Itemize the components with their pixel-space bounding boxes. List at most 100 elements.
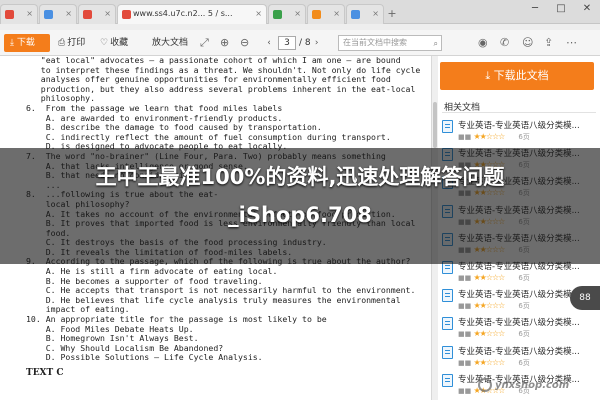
- related-doc-meta: ■■ ★★☆☆☆ 6页: [458, 301, 530, 311]
- print-button[interactable]: ⎙ 打印: [58, 35, 85, 51]
- window-controls: ─ □ ✕: [522, 0, 600, 18]
- fullscreen-icon[interactable]: ⤢: [200, 35, 209, 51]
- active-tab-url: www.ss4.u7c.n2... 5 / s...: [133, 9, 233, 18]
- doc-meta-prefix: ■■: [458, 330, 472, 339]
- rating-stars: ★★☆☆☆: [473, 132, 505, 141]
- rating-stars: ★★☆☆☆: [473, 329, 505, 339]
- tab-favicon-icon: [312, 10, 321, 19]
- watermark: ynxshop.com: [478, 376, 596, 396]
- browser-tab[interactable]: ×: [268, 4, 306, 24]
- related-doc-title[interactable]: 专业英语-专业英语八级分类模...: [458, 345, 594, 357]
- related-doc-item[interactable]: 专业英语-专业英语八级分类模... ■■ ★★☆☆☆ 6页: [442, 118, 596, 148]
- browser-tab[interactable]: ×: [0, 4, 38, 24]
- document-icon: [442, 373, 453, 387]
- zoom-doc-button[interactable]: 放大文档: [152, 35, 188, 51]
- overlay-banner: 王中王最准100%的资料,迅速处理解答问题_iShop6.708: [0, 148, 600, 264]
- tab-favicon-icon: [273, 10, 282, 19]
- rating-stars: ★★☆☆☆: [473, 301, 505, 311]
- tab-strip: × × × www.ss4.u7c.n2... 5 / s... × × × × +: [0, 4, 399, 24]
- rating-stars: ★★☆☆☆: [473, 273, 505, 282]
- browser-tab[interactable]: ×: [78, 4, 116, 24]
- download-icon: ⤓: [485, 69, 494, 82]
- qq-icon[interactable]: ☺: [522, 35, 533, 51]
- page-count: 6页: [518, 302, 530, 311]
- sidebar-download-label: 下载此文档: [493, 69, 549, 82]
- watermark-text: ynxshop.com: [495, 380, 570, 391]
- download-icon: ⤓: [10, 38, 14, 48]
- page-total: / 8: [299, 38, 311, 48]
- share-icon[interactable]: ⇪: [544, 35, 553, 51]
- page-count: 6页: [518, 358, 530, 367]
- download-label: 下载: [16, 38, 35, 48]
- rating-stars: ★★☆☆☆: [473, 357, 505, 367]
- scrollbar-thumb[interactable]: [433, 102, 437, 148]
- doc-search-input[interactable]: 在当前文档中搜索 ⌕: [338, 35, 442, 51]
- tab-close-icon[interactable]: ×: [333, 9, 340, 18]
- tab-close-icon[interactable]: ×: [255, 9, 262, 18]
- minimize-button[interactable]: ─: [522, 0, 548, 18]
- tab-favicon-icon: [5, 10, 14, 19]
- doc-meta-prefix: ■■: [458, 133, 472, 141]
- favorite-label: 收藏: [110, 38, 129, 48]
- zoom-in-icon[interactable]: ⊕: [220, 35, 229, 51]
- doc-meta-prefix: ■■: [458, 302, 472, 311]
- zoom-doc-label: 放大文档: [152, 38, 189, 48]
- related-doc-meta: ■■ ★★☆☆☆ 6页: [458, 273, 530, 283]
- tab-close-icon[interactable]: ×: [26, 9, 33, 18]
- overlay-title: 王中王最准100%的资料,迅速处理解答问题_iShop6.708: [95, 165, 505, 227]
- doc-meta-prefix: ■■: [458, 386, 472, 395]
- tab-favicon-icon: [83, 10, 92, 19]
- document-toolbar: ⤓ 下载 ⎙ 打印 ♡ 收藏 放大文档 ⤢ ⊕ ⊖ ‹ 3 / 8 › 在当前文档中…: [0, 30, 600, 56]
- browser-tab[interactable]: ×: [307, 4, 345, 24]
- related-doc-item[interactable]: 专业英语-专业英语八级分类模...■■ ★★☆☆☆ 6页: [442, 344, 596, 374]
- next-page-icon[interactable]: ›: [311, 38, 323, 48]
- floating-bubble[interactable]: 88: [570, 286, 600, 310]
- watermark-logo-icon: [478, 378, 492, 392]
- new-tab-button[interactable]: +: [385, 4, 399, 24]
- tab-close-icon[interactable]: ×: [65, 9, 72, 18]
- download-button[interactable]: ⤓ 下载: [4, 34, 50, 52]
- page-count: 6页: [518, 274, 530, 282]
- page-count: 6页: [518, 133, 530, 141]
- heart-icon: ♡: [100, 38, 109, 48]
- close-window-button[interactable]: ✕: [574, 0, 600, 18]
- tab-favicon-icon: [351, 10, 360, 19]
- weibo-icon[interactable]: ◉: [478, 35, 488, 51]
- sidebar-download-button[interactable]: ⤓ 下载此文档: [440, 62, 594, 90]
- doc-meta-prefix: ■■: [458, 274, 472, 282]
- browser-tab-bar: × × × www.ss4.u7c.n2... 5 / s... × × × × + ─ □ ✕: [0, 0, 600, 24]
- browser-tab-active[interactable]: www.ss4.u7c.n2... 5 / s... ×: [117, 4, 267, 24]
- tab-favicon-icon: [122, 10, 131, 19]
- page-navigator: ‹ 3 / 8 ›: [263, 35, 323, 51]
- wechat-icon[interactable]: ✆: [500, 35, 509, 51]
- tab-close-icon[interactable]: ×: [372, 9, 379, 18]
- document-icon: [442, 289, 453, 303]
- doc-meta-prefix: ■■: [458, 358, 472, 367]
- related-doc-title[interactable]: 专业英语-专业英语八级分类模...: [458, 316, 594, 328]
- related-doc-meta: ■■ ★★☆☆☆ 6页: [458, 358, 530, 368]
- related-doc-meta: ■■ ★★☆☆☆ 6页: [458, 329, 530, 339]
- page-number-input[interactable]: 3: [278, 36, 296, 50]
- prev-page-icon[interactable]: ‹: [263, 38, 275, 48]
- related-doc-title[interactable]: 专业英语-专业英语八级分类模...: [458, 119, 594, 131]
- divider: [442, 112, 596, 113]
- tab-favicon-icon: [44, 10, 53, 19]
- print-label: 打印: [67, 38, 86, 48]
- zoom-out-icon[interactable]: ⊖: [240, 35, 249, 51]
- search-placeholder: 在当前文档中搜索: [343, 38, 407, 47]
- more-icon[interactable]: ⋯: [566, 35, 577, 51]
- tab-close-icon[interactable]: ×: [104, 9, 111, 18]
- browser-tab[interactable]: ×: [39, 4, 77, 24]
- related-doc-item[interactable]: 专业英语-专业英语八级分类模...■■ ★★☆☆☆6页: [442, 315, 596, 345]
- document-line: D. Possible Solutions — Life Cycle Analy…: [26, 352, 263, 363]
- tab-close-icon[interactable]: ×: [294, 9, 301, 18]
- document-icon: [442, 345, 453, 359]
- browser-tab[interactable]: ×: [346, 4, 384, 24]
- document-icon: [442, 120, 453, 133]
- favorite-button[interactable]: ♡ 收藏: [100, 35, 128, 51]
- maximize-button[interactable]: □: [548, 0, 574, 18]
- search-icon[interactable]: ⌕: [434, 37, 438, 51]
- document-icon: [442, 317, 453, 331]
- related-doc-meta: ■■ ★★☆☆☆ 6页: [458, 132, 530, 142]
- print-icon: ⎙: [58, 38, 66, 48]
